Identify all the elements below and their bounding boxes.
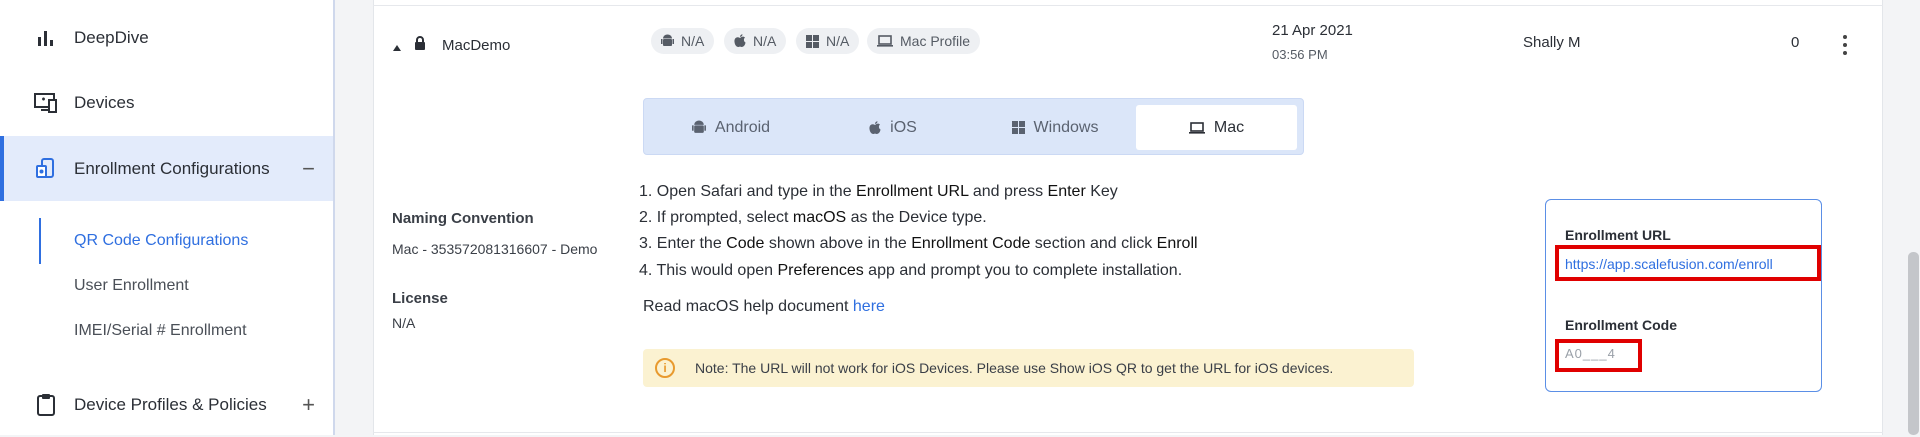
platform-badge-ios: N/A (724, 28, 787, 54)
lock-icon (414, 36, 426, 56)
step-text: 1. Open Safari and type in the (639, 183, 857, 200)
step-text: 3. Enter the (639, 235, 727, 252)
step-emphasis: Enter (1047, 183, 1086, 200)
owner-name: Shally M (1523, 34, 1581, 51)
tab-ios[interactable]: iOS (812, 105, 974, 150)
platform-badge-label: N/A (753, 33, 777, 49)
step-text: as the Device type. (846, 209, 987, 226)
configuration-name[interactable]: MacDemo (442, 37, 510, 54)
enrollment-code-label: Enrollment Code (1565, 317, 1678, 333)
row-divider (373, 432, 1883, 433)
sidebar: DeepDive Devices Enrollment Configuratio… (0, 0, 335, 435)
step-emphasis: Enrollment URL (856, 183, 969, 200)
sidebar-item-label: Device Profiles & Policies (74, 394, 267, 414)
row-divider (373, 5, 1883, 6)
platform-badge-label: N/A (681, 33, 705, 49)
sidebar-item-device-profiles-policies[interactable]: Device Profiles & Policies + (0, 372, 333, 437)
tab-label: Android (714, 118, 771, 136)
step-text: and press (968, 183, 1048, 200)
laptop-icon (1188, 121, 1205, 134)
tab-label: iOS (890, 118, 917, 136)
platform-badge-label: Mac Profile (900, 33, 971, 49)
platform-badge-mac: Mac Profile (867, 28, 981, 54)
tab-windows[interactable]: Windows (974, 105, 1136, 150)
instruction-step-1: 1. Open Safari and type in the Enrollmen… (639, 183, 1118, 201)
scrollbar-thumb[interactable] (1908, 252, 1919, 435)
sidebar-subitem-qr-code-configurations[interactable]: QR Code Configurations (74, 232, 248, 250)
modified-date: 21 Apr 2021 (1272, 22, 1353, 39)
sidebar-item-label: DeepDive (74, 27, 149, 47)
step-emphasis: macOS (792, 209, 847, 226)
windows-icon (1011, 121, 1025, 134)
info-icon: i (655, 358, 675, 378)
warning-note: i Note: The URL will not work for iOS De… (643, 349, 1414, 387)
step-text: 2. If prompted, select (639, 209, 793, 226)
platform-badge-windows: N/A (796, 28, 860, 54)
devices-icon (33, 90, 59, 116)
submenu-active-indicator (39, 218, 41, 264)
collapse-icon[interactable]: − (302, 157, 315, 180)
naming-convention-label: Naming Convention (392, 210, 534, 227)
android-icon (661, 34, 674, 46)
apple-icon (869, 120, 881, 134)
tab-android[interactable]: Android (650, 105, 812, 150)
tab-label: Mac (1213, 118, 1245, 136)
enrollment-url-label: Enrollment URL (1565, 227, 1671, 243)
instruction-step-3: 3. Enter the Code shown above in the Enr… (639, 235, 1198, 253)
instruction-step-2: 2. If prompted, select macOS as the Devi… (639, 209, 987, 227)
step-emphasis: Code (726, 235, 765, 252)
sidebar-item-deepdive[interactable]: DeepDive (0, 5, 333, 70)
step-text: Key (1085, 183, 1118, 200)
platform-tabs: Android iOS Windows Mac (643, 98, 1304, 155)
collapse-row-icon[interactable] (392, 39, 402, 57)
bar-chart-icon (33, 25, 59, 51)
apple-icon (734, 34, 746, 48)
step-text: section and click (1030, 235, 1157, 252)
license-value: N/A (392, 315, 416, 331)
sidebar-item-enrollment-configurations[interactable]: Enrollment Configurations − (0, 136, 333, 201)
sidebar-subitem-user-enrollment[interactable]: User Enrollment (74, 277, 189, 295)
note-text: Note: The URL will not work for iOS Devi… (695, 360, 1334, 376)
expand-icon[interactable]: + (302, 393, 315, 416)
step-text: app and prompt you to complete installat… (863, 262, 1183, 279)
code-highlight-box (1555, 339, 1642, 372)
step-emphasis: Preferences (777, 262, 864, 279)
sidebar-item-devices[interactable]: Devices (0, 70, 333, 135)
tab-mac[interactable]: Mac (1136, 105, 1297, 150)
windows-icon (806, 34, 819, 48)
enrollment-icon (33, 156, 59, 182)
naming-convention-value: Mac - 353572081316607 - Demo (392, 241, 598, 257)
more-options-icon[interactable] (1843, 35, 1847, 55)
step-emphasis: Enroll (1156, 235, 1198, 252)
tab-label: Windows (1033, 118, 1099, 136)
sidebar-item-label: Devices (74, 92, 135, 112)
platform-badge-android: N/A (651, 28, 715, 54)
url-highlight-box (1555, 245, 1821, 281)
step-text: 4. This would open (639, 262, 778, 279)
android-icon (691, 120, 706, 133)
modified-time: 03:56 PM (1272, 47, 1328, 62)
license-label: License (392, 290, 448, 307)
sidebar-subitem-imei-serial-enrollment[interactable]: IMEI/Serial # Enrollment (74, 322, 247, 340)
platform-badge-label: N/A (826, 33, 850, 49)
help-link[interactable]: here (853, 298, 885, 315)
sidebar-item-label: Enrollment Configurations (74, 158, 270, 178)
help-text: Read macOS help document here (643, 298, 885, 316)
help-label: Read macOS help document (643, 298, 853, 315)
device-count: 0 (1791, 34, 1800, 51)
instruction-step-4: 4. This would open Preferences app and p… (639, 262, 1182, 280)
laptop-icon (877, 35, 893, 47)
step-text: shown above in the (764, 235, 912, 252)
step-emphasis: Enrollment Code (911, 235, 1031, 252)
clipboard-icon (33, 392, 59, 418)
